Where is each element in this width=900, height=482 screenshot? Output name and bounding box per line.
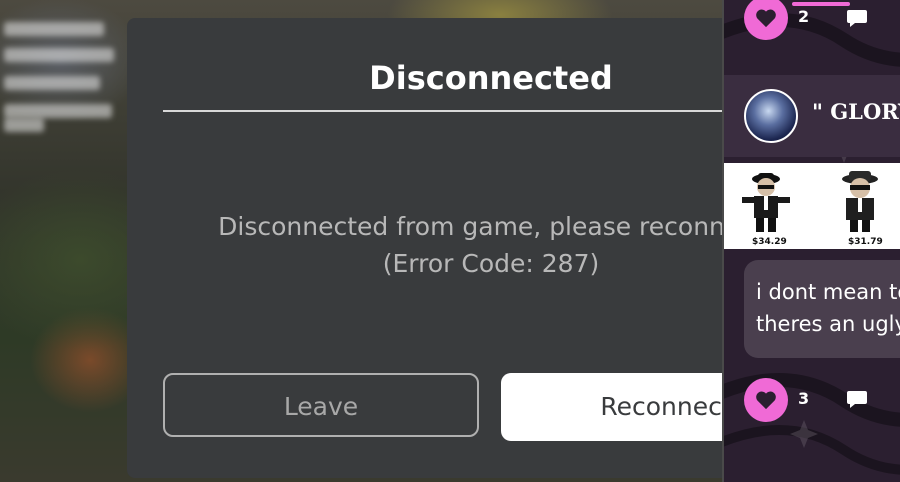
- like-count: 3: [798, 389, 810, 408]
- blurred-chat-line: [4, 76, 100, 90]
- chat-message-bubble[interactable]: i dont mean to theres an ugly: [744, 260, 900, 358]
- comment-icon[interactable]: [846, 8, 868, 28]
- like-count: 2: [798, 7, 810, 26]
- dialog-message-line: Disconnected from game, please reconnect: [218, 212, 727, 241]
- product-price: $34.29: [752, 237, 787, 247]
- comment-icon[interactable]: [846, 389, 868, 409]
- product-image-strip[interactable]: $34.29 $31.79: [724, 163, 900, 249]
- chat-message-text: i dont mean to theres an ugly: [756, 276, 900, 340]
- blurred-chat-line: [4, 48, 114, 62]
- heart-icon: [756, 391, 776, 410]
- avatar[interactable]: [744, 89, 798, 143]
- blurred-chat-line: [4, 22, 104, 36]
- social-feed-panel: 2 " GLORY $34.29: [722, 0, 900, 482]
- like-button[interactable]: [744, 378, 788, 422]
- chat-message-line: i dont mean to: [756, 280, 900, 304]
- leave-button[interactable]: Leave: [163, 373, 479, 437]
- blurred-chat-line: [4, 104, 112, 118]
- post-username[interactable]: " GLORY: [812, 99, 900, 124]
- avatar-figure-image: [742, 173, 790, 232]
- dialog-message: Disconnected from game, please reconnect…: [127, 208, 727, 282]
- avatar-figure-image: [842, 171, 878, 232]
- heart-icon: [756, 9, 776, 28]
- chat-message-line: theres an ugly: [756, 312, 900, 336]
- disconnected-dialog: Disconnected Disconnected from game, ple…: [127, 18, 727, 478]
- product-price: $31.79: [848, 237, 883, 247]
- blurred-chat-line: [4, 118, 44, 132]
- dialog-title: Disconnected: [369, 59, 613, 97]
- error-code-text: (Error Code: 287): [382, 249, 600, 278]
- reconnect-button[interactable]: Reconnect: [501, 373, 727, 441]
- dialog-divider: [163, 110, 727, 112]
- post-header[interactable]: " GLORY: [724, 75, 900, 157]
- progress-indicator: [792, 2, 850, 6]
